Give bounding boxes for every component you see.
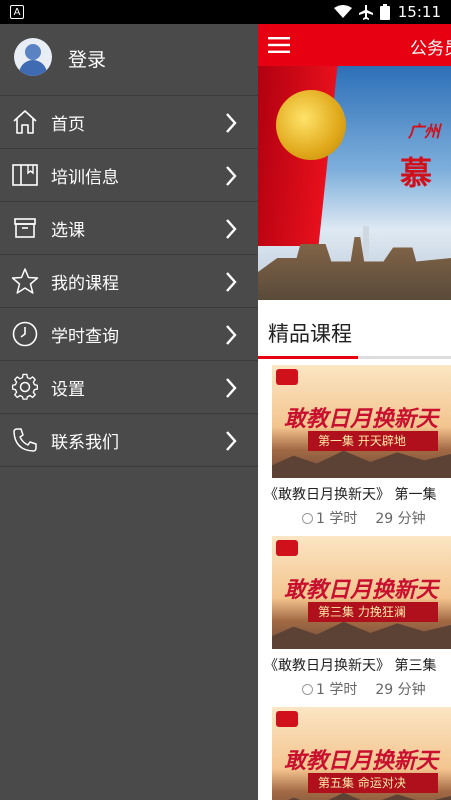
course-meta: 1 学时 29 分钟	[302, 508, 451, 528]
section-underline-active	[258, 356, 358, 359]
drawer-item-label: 培训信息	[51, 168, 119, 188]
login-button[interactable]: 登录	[68, 45, 106, 72]
course-hours: 1 学时	[316, 682, 358, 698]
drawer-item-home[interactable]: 首页	[0, 96, 258, 149]
app-bar: 公务员	[258, 24, 451, 66]
avatar[interactable]	[14, 38, 52, 76]
clock-icon	[302, 683, 313, 695]
course-hours: 1 学时	[316, 511, 358, 527]
star-icon	[11, 268, 39, 294]
drawer-item-contact-us[interactable]: 联系我们	[0, 414, 258, 467]
avatar-head	[25, 44, 41, 60]
course-name[interactable]: 《敢教日月换新天》 第一集	[264, 484, 451, 504]
chevron-right-icon	[226, 378, 237, 398]
chevron-right-icon	[226, 113, 237, 133]
drawer-item-label: 学时查询	[51, 327, 119, 347]
phone-icon	[13, 428, 37, 452]
home-icon	[13, 110, 37, 134]
thumbnail-title: 敢教日月换新天	[284, 749, 439, 774]
banner-title: 慕	[400, 154, 433, 192]
thumbnail-title: 敢教日月换新天	[284, 407, 439, 432]
course-card[interactable]: 敢教日月换新天 第三集 力挽狂澜 《敢教日月换新天》 第三集 1 学时 29 分…	[264, 536, 451, 699]
hamburger-menu-icon[interactable]	[268, 37, 290, 53]
anniversary-logo	[276, 711, 298, 727]
course-thumbnail[interactable]: 敢教日月换新天 第一集 开天辟地	[272, 365, 451, 478]
drawer-item-my-courses[interactable]: 我的课程	[0, 255, 258, 308]
book-icon	[12, 164, 38, 186]
course-duration: 29 分钟	[375, 511, 426, 527]
drawer-item-label: 我的课程	[51, 274, 119, 294]
chevron-right-icon	[226, 219, 237, 239]
navigation-drawer: 登录 首页 培训信息 选课 我的课程 学时查询 设置 联系我们	[0, 24, 258, 800]
chevron-right-icon	[226, 431, 237, 451]
course-card[interactable]: 敢教日月换新天 第五集 命运对决	[272, 707, 451, 800]
status-icons: 15:11	[333, 3, 441, 21]
banner-subtitle: 广州	[408, 122, 441, 141]
anniversary-logo	[276, 369, 298, 385]
drawer-item-training-info[interactable]: 培训信息	[0, 149, 258, 202]
clock-icon	[12, 321, 38, 347]
drawer-item-course-selection[interactable]: 选课	[0, 202, 258, 255]
party-emblem-icon	[276, 90, 346, 160]
thumbnail-title: 敢教日月换新天	[284, 578, 439, 603]
drawer-header[interactable]: 登录	[0, 24, 258, 96]
drawer-item-label: 首页	[51, 115, 85, 135]
chevron-right-icon	[226, 166, 237, 186]
archive-icon	[14, 218, 36, 238]
thumbnail-episode: 第三集 力挽狂澜	[308, 602, 438, 622]
battery-icon	[379, 4, 390, 20]
drawer-item-label: 联系我们	[51, 433, 119, 453]
thumbnail-episode: 第一集 开天辟地	[308, 431, 438, 451]
section-title: 精品课程	[268, 322, 352, 346]
course-thumbnail[interactable]: 敢教日月换新天 第五集 命运对决	[272, 707, 451, 800]
app-title: 公务员	[410, 39, 451, 59]
airplane-icon	[358, 5, 373, 20]
drawer-item-label: 选课	[51, 221, 85, 241]
chevron-right-icon	[226, 325, 237, 345]
anniversary-logo	[276, 540, 298, 556]
thumbnail-episode: 第五集 命运对决	[308, 773, 438, 793]
chevron-right-icon	[226, 272, 237, 292]
clock-icon	[302, 512, 313, 524]
gear-icon	[11, 373, 38, 400]
course-thumbnail[interactable]: 敢教日月换新天 第三集 力挽狂澜	[272, 536, 451, 649]
drawer-item-hours-query[interactable]: 学时查询	[0, 308, 258, 361]
clock-time: 15:11	[397, 3, 441, 21]
wifi-icon	[333, 5, 352, 18]
status-bar: A 15:11	[0, 0, 451, 24]
drawer-item-settings[interactable]: 设置	[0, 361, 258, 414]
course-card[interactable]: 敢教日月换新天 第一集 开天辟地 《敢教日月换新天》 第一集 1 学时 29 分…	[264, 365, 451, 528]
course-meta: 1 学时 29 分钟	[302, 679, 451, 699]
notification-a-icon: A	[10, 5, 24, 19]
avatar-body	[19, 60, 47, 76]
drawer-item-label: 设置	[51, 380, 85, 400]
section-underline	[258, 356, 451, 359]
course-duration: 29 分钟	[375, 682, 426, 698]
banner-image[interactable]: 广州 慕	[258, 66, 451, 300]
course-name[interactable]: 《敢教日月换新天》 第三集	[264, 655, 451, 675]
main-content: 公务员 广州 慕 精品课程 敢教日月换新天 第一集 开天辟地 《敢教日月换新天》…	[258, 24, 451, 800]
